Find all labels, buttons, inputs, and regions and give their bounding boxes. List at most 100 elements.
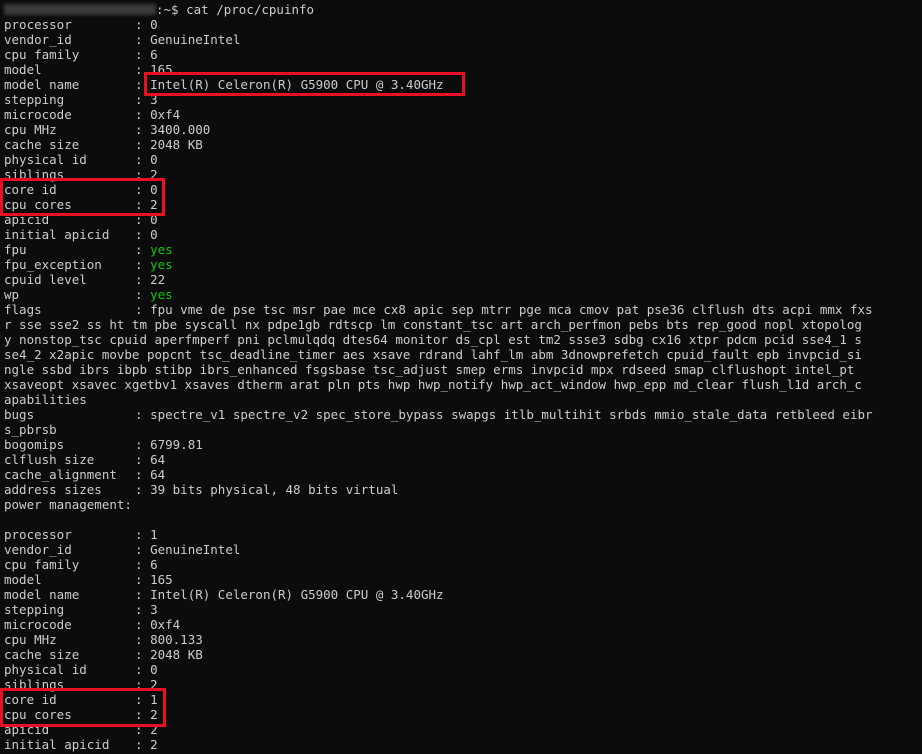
cpuinfo-line: cpu family: 6 [4,47,922,62]
field-value: yes [150,257,173,272]
field-value: 39 bits physical, 48 bits virtual [150,482,399,497]
field-key: bogomips [4,437,65,452]
field-separator: : [135,437,151,452]
cpuinfo-line: processor: 0 [4,17,922,32]
field-separator: : [135,272,151,287]
field-separator: : [135,707,151,722]
field-separator: : [135,92,151,107]
field-key: model name [4,587,80,602]
field-value: GenuineIntel [150,542,241,557]
cpuinfo-line: core id: 0 [4,182,922,197]
field-separator: : [135,122,151,137]
field-value: 2 [150,722,158,737]
field-value-continuation: y nonstop_tsc cpuid aperfmperf pni pclmu… [4,332,862,347]
terminal-window[interactable]: :~$ cat /proc/cpuinfo processor: 0 vendor_… [0,0,922,754]
field-separator: : [135,722,151,737]
cpuinfo-line: bugs: spectre_v1 spectre_v2 spec_store_b… [4,407,922,422]
cpuinfo-line: cpu MHz: 800.133 [4,632,922,647]
field-value: 6 [150,47,158,62]
field-separator: : [135,557,151,572]
prompt-symbol: :~$ [156,2,187,17]
field-value: 6799.81 [150,437,203,452]
field-separator: : [135,527,151,542]
field-value: 0 [150,17,158,32]
cpuinfo-line: cache_alignment: 64 [4,467,922,482]
field-key: core id [4,692,57,707]
cpuinfo-line: cpu cores: 2 [4,707,922,722]
field-key: address sizes [4,482,102,497]
field-key: cpu cores [4,707,72,722]
cpuinfo-line: initial apicid: 2 [4,737,922,752]
cpuinfo-line: address sizes: 39 bits physical, 48 bits… [4,482,922,497]
field-separator: : [135,242,151,257]
field-key: vendor_id [4,542,72,557]
cpuinfo-line: cpu MHz: 3400.000 [4,122,922,137]
field-separator: : [135,587,151,602]
field-key: model [4,62,42,77]
field-value: 3 [150,602,158,617]
field-separator: : [135,632,151,647]
field-key: physical id [4,152,87,167]
field-value-continuation: xsaveopt xsavec xgetbv1 xsaves dtherm ar… [4,377,862,392]
field-value: 3 [150,92,158,107]
field-value: 0 [150,662,158,677]
cpuinfo-line: cpu cores: 2 [4,197,922,212]
field-value: 165 [150,572,173,587]
field-value: 0xf4 [150,617,181,632]
field-value: 2048 KB [150,647,203,662]
field-separator: : [135,212,151,227]
field-value: 2048 KB [150,137,203,152]
field-value: GenuineIntel [150,32,241,47]
field-value: 800.133 [150,632,203,647]
field-key: fpu [4,242,27,257]
field-separator: : [135,692,151,707]
field-value: 2 [150,737,158,752]
field-value: 3400.000 [150,122,211,137]
field-separator: : [135,167,151,182]
cpuinfo-line: power management: [4,497,922,512]
field-separator: : [135,482,151,497]
cpuinfo-line-wrap: apabilities [4,392,922,407]
field-key: cpu family [4,47,80,62]
field-value-continuation: se4_2 x2apic movbe popcnt tsc_deadline_t… [4,347,862,362]
field-value: spectre_v1 spectre_v2 spec_store_bypass … [150,407,873,422]
cpuinfo-line: physical id: 0 [4,662,922,677]
field-separator: : [135,32,151,47]
field-separator: : [135,227,151,242]
field-separator: : [135,197,151,212]
field-key: power management [4,497,125,512]
field-key: initial apicid [4,737,110,752]
field-separator: : [135,542,151,557]
field-key: processor [4,527,72,542]
field-key: cache size [4,647,80,662]
field-key: fpu_exception [4,257,102,272]
field-key: flags [4,302,42,317]
cpuinfo-line: stepping: 3 [4,602,922,617]
field-key: cache size [4,137,80,152]
field-key: model [4,572,42,587]
field-key: cache_alignment [4,467,117,482]
cpuinfo-line: cache size: 2048 KB [4,137,922,152]
field-key: core id [4,182,57,197]
field-value: 165 [150,62,173,77]
field-separator: : [135,137,151,152]
field-separator: : [135,302,151,317]
field-value: 1 [150,527,158,542]
field-value: 2 [150,167,158,182]
field-value: 0xf4 [150,107,181,122]
cpuinfo-line: flags: fpu vme de pse tsc msr pae mce cx… [4,302,922,317]
field-value: yes [150,242,173,257]
field-separator: : [135,467,151,482]
cpuinfo-line-wrap: s_pbrsb [4,422,922,437]
field-separator: : [135,152,151,167]
cpuinfo-line: processor: 1 [4,527,922,542]
field-value: Intel(R) Celeron(R) G5900 CPU @ 3.40GHz [150,77,444,92]
prompt-line: :~$ cat /proc/cpuinfo [4,2,922,17]
field-value: 0 [150,227,158,242]
cpuinfo-line: model name: Intel(R) Celeron(R) G5900 CP… [4,587,922,602]
field-separator: : [124,497,132,512]
field-key: microcode [4,617,72,632]
field-value: 1 [150,692,158,707]
field-value: 6 [150,557,158,572]
